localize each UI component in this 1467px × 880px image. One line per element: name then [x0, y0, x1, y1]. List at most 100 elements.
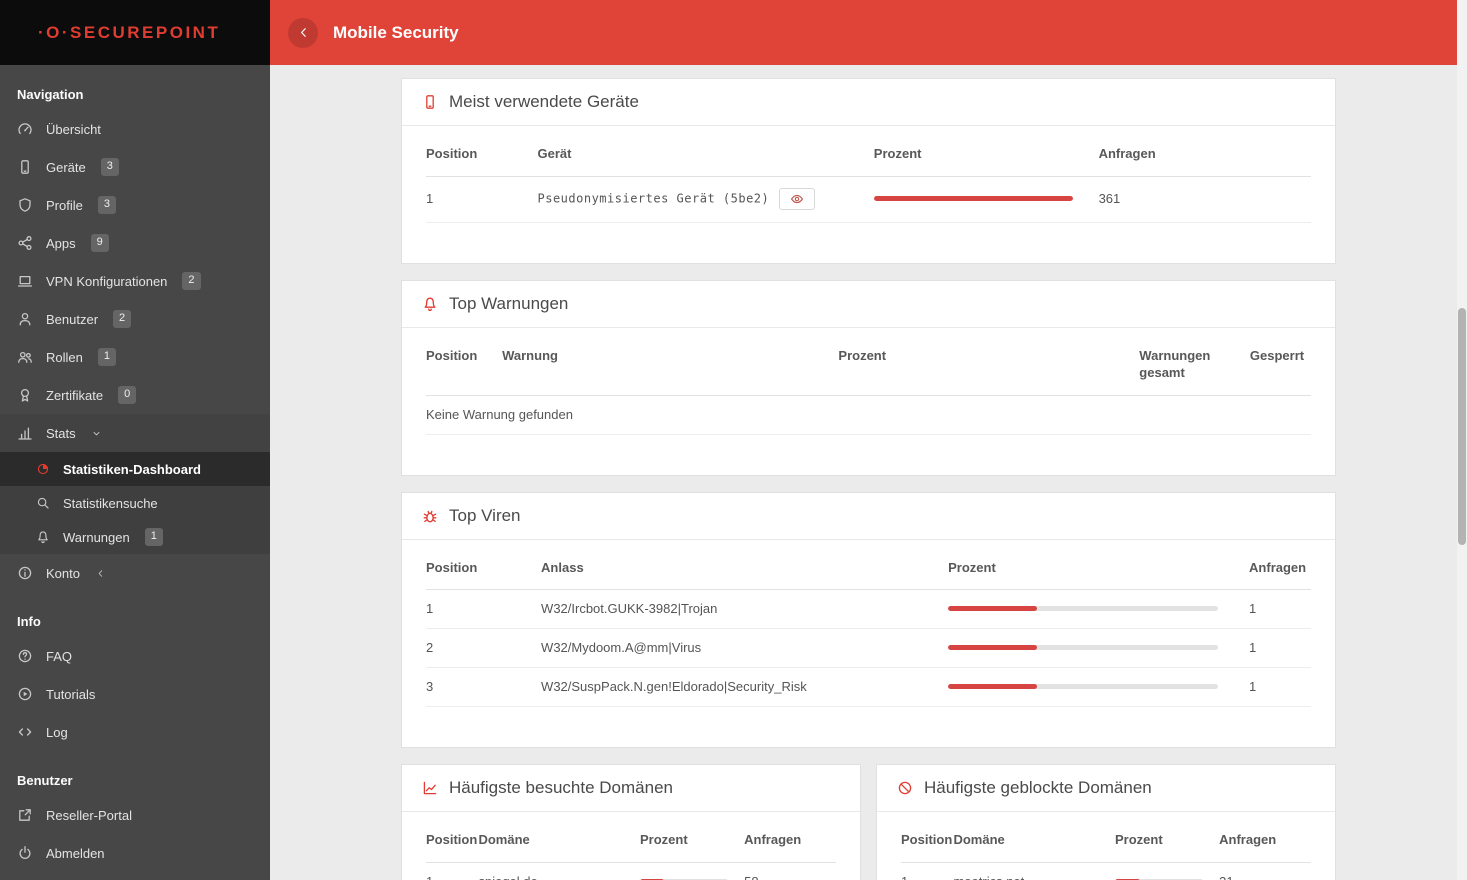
- sidebar-item-statistiken-dashboard[interactable]: Statistiken-Dashboard: [0, 452, 270, 486]
- table-row: 1spiegel.de 58: [426, 862, 836, 880]
- name-cell: W32/Mydoom.A@mm|Virus: [541, 628, 949, 669]
- sidebar-item-gerate[interactable]: Geräte 3: [0, 148, 270, 186]
- scrollbar-thumb[interactable]: [1458, 308, 1466, 545]
- content: Meist verwendete Geräte Position Gerät Pro…: [270, 65, 1467, 880]
- column-header: Anlass: [541, 543, 949, 591]
- count-badge: 2: [113, 310, 132, 328]
- sidebar-item-label: Statistiken-Dashboard: [63, 461, 201, 477]
- main-area: Mobile Security Meist verwendete Geräte …: [270, 0, 1467, 880]
- card-body: PositionDomäneProzentAnfragen1meetrics.n…: [877, 812, 1335, 880]
- chevron-down-icon: [91, 428, 102, 439]
- name-cell: spiegel.de: [478, 862, 641, 880]
- bug-icon: [422, 508, 438, 524]
- sidebar-item-label: Benutzer: [46, 311, 99, 327]
- sidebar-subgroup: Statistiken-Dashboard Statistikensuche War…: [0, 452, 270, 554]
- card-title: Häufigste geblockte Domänen: [924, 778, 1152, 798]
- play-circle-icon: [17, 686, 33, 702]
- sidebar-item-vpn-konfigurationen[interactable]: VPN Konfigurationen 2: [0, 262, 270, 300]
- visited-domains-table: PositionDomäneProzentAnfragen1spiegel.de…: [426, 816, 836, 880]
- sidebar-item-rollen[interactable]: Rollen 1: [0, 338, 270, 376]
- card-header: Häufigste geblockte Domänen: [877, 765, 1335, 813]
- sidebar-item-ubersicht[interactable]: Übersicht: [0, 110, 270, 148]
- sidebar-item-label: Rollen: [46, 349, 83, 365]
- column-header: Gerät: [537, 130, 874, 177]
- reveal-device-button[interactable]: [779, 187, 816, 210]
- name-cell: W32/Ircbot.GUKK-3982|Trojan: [541, 589, 949, 630]
- sidebar-item-stats[interactable]: Stats: [0, 414, 270, 452]
- topbar: Mobile Security: [270, 0, 1467, 65]
- sidebar-item-label: Warnungen: [63, 529, 130, 545]
- sidebar-item-konto[interactable]: Konto: [0, 554, 270, 592]
- card-body: Position Gerät Prozent Anfragen 1 Pseudonymis…: [402, 126, 1335, 263]
- sidebar-item-label: Stats: [46, 425, 76, 441]
- sidebar-item-label: Zertifikate: [46, 387, 104, 403]
- sidebar: ·O·SECUREPOINT Navigation Übersicht Geräte…: [0, 0, 270, 880]
- count-badge: 3: [100, 158, 119, 176]
- devices-table: Position Gerät Prozent Anfragen 1 Pseudonymis…: [426, 130, 1311, 223]
- sidebar-item-label: Log: [46, 724, 68, 740]
- name-cell: Pseudonymisiertes Gerät (5be2): [537, 176, 874, 223]
- table-row: 2 W32/Mydoom.A@mm|Virus 1: [426, 628, 1311, 669]
- sidebar-item-statistikensuche[interactable]: Statistikensuche: [0, 486, 270, 520]
- brand-logo[interactable]: ·O·SECUREPOINT: [0, 0, 270, 65]
- progress-bar: [948, 606, 1218, 612]
- sidebar-nav: Navigation Übersicht Geräte 3 Profile 3 Apps 9 V…: [0, 65, 270, 880]
- app: ·O·SECUREPOINT Navigation Übersicht Geräte…: [0, 0, 1467, 880]
- smartphone-icon: [17, 159, 33, 175]
- sidebar-item-benutzer[interactable]: Benutzer 2: [0, 300, 270, 338]
- laptop-icon: [17, 273, 33, 289]
- table-row: Keine Warnung gefunden: [426, 395, 1311, 435]
- table-header-row: Position Warnung Prozent Warnungen gesamt Ge…: [426, 331, 1311, 396]
- bar-chart-icon: [17, 425, 33, 441]
- page-title: Mobile Security: [333, 22, 459, 42]
- sidebar-item-label: Apps: [46, 235, 76, 251]
- percent-cell: [1115, 862, 1220, 880]
- card-header: Top Viren: [402, 493, 1335, 540]
- sidebar-item-tutorials[interactable]: Tutorials: [0, 675, 270, 713]
- card-most-used-devices: Meist verwendete Geräte Position Gerät Pro…: [401, 78, 1336, 264]
- sidebar-item-zertifikate[interactable]: Zertifikate 0: [0, 376, 270, 414]
- card-title: Häufigste besuchte Domänen: [449, 778, 673, 798]
- card-body: PositionDomäneProzentAnfragen1spiegel.de…: [402, 812, 860, 880]
- bell-icon: [36, 530, 50, 544]
- column-header: Warnungen gesamt: [1139, 331, 1250, 396]
- sidebar-item-abmelden[interactable]: Abmelden: [0, 834, 270, 872]
- card-body: Position Anlass Prozent Anfragen 1 W32/Ircbot…: [402, 540, 1335, 748]
- sidebar-item-label: Tutorials: [46, 686, 96, 702]
- position-cell: 3: [426, 667, 542, 708]
- sidebar-item-log[interactable]: Log: [0, 713, 270, 751]
- code-icon: [17, 724, 33, 740]
- column-header: Anfragen: [744, 816, 836, 863]
- sidebar-item-label: Übersicht: [46, 121, 101, 137]
- progress-fill: [948, 645, 1038, 651]
- certificate-icon: [17, 387, 33, 403]
- requests-cell: 361: [1098, 176, 1311, 223]
- sidebar-item-reseller-portal[interactable]: Reseller-Portal: [0, 796, 270, 834]
- column-header: Anfragen: [1219, 816, 1311, 863]
- progress-fill: [873, 196, 1074, 202]
- sidebar-item-apps[interactable]: Apps 9: [0, 224, 270, 262]
- card-header: Häufigste besuchte Domänen: [402, 765, 860, 813]
- position-cell: 1: [426, 862, 479, 880]
- user-icon: [17, 311, 33, 327]
- column-header: Anfragen: [1098, 130, 1311, 177]
- card-title: Top Warnungen: [449, 293, 569, 313]
- column-header: Prozent: [838, 331, 1140, 396]
- progress-bar: [948, 684, 1218, 690]
- column-header: Position: [901, 816, 954, 863]
- name-cell: meetrics.net: [953, 862, 1116, 880]
- sidebar-item-faq[interactable]: FAQ: [0, 637, 270, 675]
- sidebar-item-warnungen[interactable]: Warnungen 1: [0, 520, 270, 554]
- column-header: Domäne: [478, 816, 641, 863]
- progress-fill: [948, 606, 1038, 612]
- column-header: Position: [426, 816, 479, 863]
- percent-cell: [640, 862, 745, 880]
- line-chart-icon: [422, 780, 438, 796]
- back-button[interactable]: [288, 17, 318, 48]
- blocked-circle-icon: [897, 780, 913, 796]
- table-header-row: Position Domäne Prozent Anfragen: [426, 816, 836, 863]
- scrollbar[interactable]: [1457, 0, 1467, 880]
- card-top-warnings: Top Warnungen Position Warnung Prozent Warn…: [401, 279, 1336, 476]
- sidebar-item-profile[interactable]: Profile 3: [0, 186, 270, 224]
- card-title: Top Viren: [449, 505, 521, 525]
